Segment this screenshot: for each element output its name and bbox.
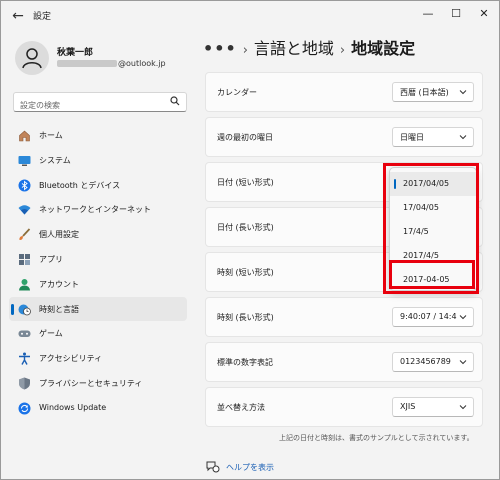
setting-label: 日付 (長い形式)	[217, 223, 274, 232]
sidebar-item-label: ゲーム	[39, 329, 63, 339]
maximize-button[interactable]: ☐	[443, 4, 469, 24]
calendar-dropdown[interactable]: 西暦 (日本語)	[392, 82, 474, 102]
help-icon	[206, 461, 220, 473]
user-email: @outlook.jp	[57, 59, 166, 68]
account-icon	[19, 278, 30, 291]
sidebar-item-time-language[interactable]: 時刻と言語	[9, 296, 187, 322]
setting-row-calendar: カレンダー 西暦 (日本語)	[205, 72, 483, 112]
back-arrow-icon[interactable]: ←	[9, 7, 27, 25]
setting-label: 並べ替え方法	[217, 403, 265, 412]
avatar[interactable]	[15, 41, 49, 75]
sidebar-item-apps[interactable]: アプリ	[9, 247, 187, 272]
dropdown-value: XJIS	[400, 402, 416, 411]
setting-label: 日付 (短い形式)	[217, 178, 274, 187]
close-button[interactable]: ✕	[471, 4, 497, 24]
monitor-icon	[18, 155, 31, 166]
search-input[interactable]	[14, 97, 160, 114]
sidebar-item-label: 個人用設定	[39, 230, 79, 240]
chevron-down-icon	[459, 405, 467, 410]
sidebar-item-personalization[interactable]: 個人用設定	[9, 222, 187, 247]
breadcrumb-separator: ›	[242, 43, 248, 58]
highlight-box-option	[389, 260, 475, 289]
settings-window: ← 設定 — ☐ ✕ 秋葉一郎 @outlook.jp ホーム システム	[0, 0, 500, 480]
dropdown-value: 9:40:07 / 14:4	[400, 312, 457, 321]
sidebar-item-accounts[interactable]: アカウント	[9, 272, 187, 297]
accessibility-icon	[19, 352, 30, 366]
sidebar-item-label: Bluetooth とデバイス	[39, 180, 121, 190]
setting-row-digits: 標準の数字表記 0123456789	[205, 342, 483, 382]
search-icon[interactable]	[170, 96, 180, 106]
page-title: 地域設定	[351, 39, 416, 58]
person-icon	[22, 48, 42, 69]
sidebar-item-label: プライバシーとセキュリティ	[39, 378, 143, 388]
setting-row-sort: 並べ替え方法 XJIS	[205, 387, 483, 427]
wifi-icon	[18, 205, 31, 215]
setting-label: カレンダー	[217, 88, 257, 97]
gamepad-icon	[18, 330, 31, 338]
home-icon	[19, 130, 30, 142]
setting-label: 標準の数字表記	[217, 358, 273, 367]
chevron-down-icon	[459, 135, 467, 140]
email-redaction	[57, 60, 117, 67]
breadcrumb: ••• › 言語と地域 › 地域設定	[203, 35, 415, 61]
setting-label: 時刻 (短い形式)	[217, 268, 274, 277]
sidebar-item-label: アクセシビリティ	[39, 354, 103, 364]
footnote: 上記の日付と時刻は、書式のサンプルとして示されています。	[279, 434, 474, 442]
chevron-down-icon	[459, 360, 467, 365]
breadcrumb-separator: ›	[339, 43, 346, 58]
shield-icon	[19, 377, 30, 390]
dropdown-value: 0123456789	[400, 357, 451, 366]
sidebar-item-home[interactable]: ホーム	[9, 123, 187, 148]
sidebar-item-gaming[interactable]: ゲーム	[9, 321, 187, 346]
setting-row-first-day: 週の最初の曜日 日曜日	[205, 117, 483, 157]
sidebar-item-system[interactable]: システム	[9, 148, 187, 173]
breadcrumb-more-button[interactable]: •••	[203, 39, 237, 58]
user-name: 秋葉一郎	[57, 48, 94, 58]
setting-label: 週の最初の曜日	[217, 133, 273, 142]
digits-dropdown[interactable]: 0123456789	[392, 352, 474, 372]
title-bar: ← 設定 — ☐ ✕	[1, 1, 499, 31]
help-link-label: ヘルプを表示	[226, 463, 274, 472]
sidebar-item-label: Windows Update	[39, 402, 107, 412]
update-icon	[18, 402, 31, 415]
sidebar-item-bluetooth[interactable]: Bluetooth とデバイス	[9, 173, 187, 198]
clock-globe-icon	[18, 304, 31, 315]
bluetooth-icon	[18, 179, 31, 192]
chevron-down-icon	[459, 315, 467, 320]
sidebar-item-label: アプリ	[39, 254, 63, 264]
brush-icon	[19, 228, 31, 241]
sort-dropdown[interactable]: XJIS	[392, 397, 474, 417]
sidebar-item-windows-update[interactable]: Windows Update	[9, 396, 187, 421]
search-box[interactable]	[13, 92, 187, 114]
user-email-domain: @outlook.jp	[118, 59, 166, 68]
sidebar-item-label: ネットワークとインターネット	[39, 205, 151, 215]
sidebar-nav: ホーム システム Bluetooth とデバイス ネットワークとインターネット …	[9, 123, 187, 421]
dropdown-value: 日曜日	[400, 133, 424, 142]
setting-row-long-time: 時刻 (長い形式) 9:40:07 / 14:4	[205, 297, 483, 337]
sidebar-item-network[interactable]: ネットワークとインターネット	[9, 197, 187, 222]
sidebar-item-label: システム	[39, 155, 71, 165]
sidebar-item-accessibility[interactable]: アクセシビリティ	[9, 346, 187, 371]
active-indicator	[11, 303, 14, 315]
breadcrumb-parent-link[interactable]: 言語と地域	[254, 39, 334, 58]
apps-icon	[19, 253, 30, 265]
long-time-dropdown[interactable]: 9:40:07 / 14:4	[392, 307, 474, 327]
chevron-down-icon	[459, 90, 467, 95]
app-title: 設定	[33, 12, 52, 22]
sidebar-item-label: ホーム	[39, 131, 63, 140]
setting-label: 時刻 (長い形式)	[217, 313, 274, 322]
dropdown-value: 西暦 (日本語)	[400, 88, 449, 97]
minimize-button[interactable]: —	[415, 4, 441, 24]
sidebar-item-label: 時刻と言語	[39, 304, 79, 314]
sidebar-item-privacy[interactable]: プライバシーとセキュリティ	[9, 371, 187, 396]
sidebar-item-label: アカウント	[39, 279, 79, 289]
first-day-dropdown[interactable]: 日曜日	[392, 127, 474, 147]
